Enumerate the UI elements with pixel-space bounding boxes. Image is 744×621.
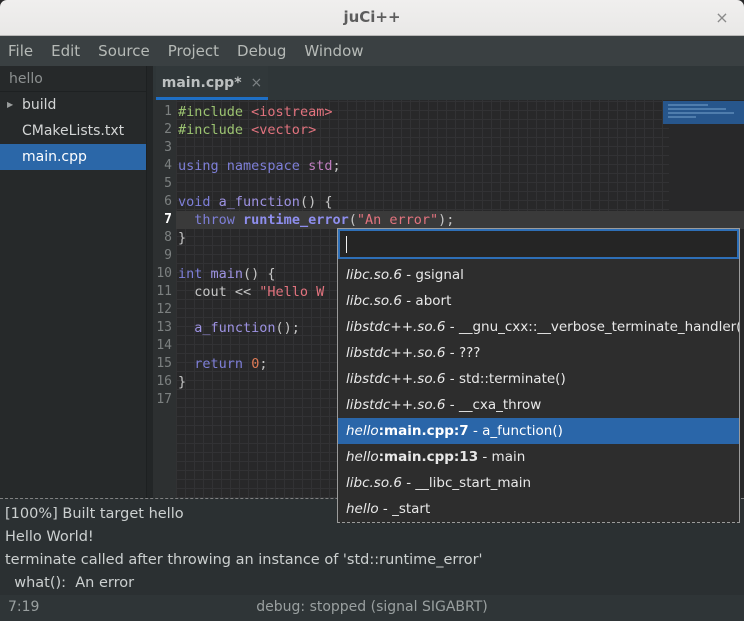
backtrace-item[interactable]: libc.so.6 - gsignal xyxy=(338,262,739,288)
code-overview-popup xyxy=(663,101,744,124)
debug-status: debug: stopped (signal SIGABRT) xyxy=(0,599,744,615)
backtrace-module: libstdc++.so.6 xyxy=(346,397,445,413)
tree-item-build[interactable]: ▶build xyxy=(0,92,146,118)
code-line: throw runtime_error("An error"); xyxy=(178,211,744,229)
backtrace-item[interactable]: hello:main.cpp:7 - a_function() xyxy=(338,418,739,444)
tab-close-icon[interactable]: × xyxy=(251,75,263,91)
backtrace-item[interactable]: hello - _start xyxy=(338,496,739,522)
tree-item-label: build xyxy=(22,92,56,118)
text-caret xyxy=(346,236,347,253)
overview-line xyxy=(668,104,708,106)
line-number: 11 xyxy=(153,283,176,301)
tree-item-label: main.cpp xyxy=(22,144,87,170)
backtrace-module: libstdc++.so.6 xyxy=(346,345,445,361)
backtrace-list: libc.so.6 - gsignallibc.so.6 - abortlibs… xyxy=(338,259,739,522)
backtrace-module: libstdc++.so.6 xyxy=(346,371,445,387)
code-line xyxy=(178,139,744,157)
backtrace-symbol: - __libc_start_main xyxy=(402,475,531,491)
backtrace-item[interactable]: libstdc++.so.6 - std::terminate() xyxy=(338,366,739,392)
backtrace-item[interactable]: libstdc++.so.6 - __gnu_cxx::__verbose_te… xyxy=(338,314,739,340)
expander-icon[interactable]: ▶ xyxy=(7,92,21,118)
output-line: Hello World! xyxy=(5,526,744,549)
backtrace-symbol: - _start xyxy=(379,501,431,517)
line-number: 4 xyxy=(153,157,176,175)
line-number: 2 xyxy=(153,121,176,139)
backtrace-module: libc.so.6 xyxy=(346,293,402,309)
code-line: using namespace std; xyxy=(178,157,744,175)
backtrace-item[interactable]: hello:main.cpp:13 - main xyxy=(338,444,739,470)
backtrace-item[interactable]: libc.so.6 - abort xyxy=(338,288,739,314)
backtrace-module: libc.so.6 xyxy=(346,475,402,491)
file-tree-panel: hello ▶buildCMakeLists.txtmain.cpp xyxy=(0,66,147,498)
line-number: 9 xyxy=(153,247,176,265)
code-line: #include <iostream> xyxy=(178,103,744,121)
menu-source[interactable]: Source xyxy=(98,42,150,60)
tree-item-cmakelists.txt[interactable]: CMakeLists.txt xyxy=(0,118,146,144)
close-icon[interactable]: × xyxy=(712,8,732,28)
backtrace-symbol: - gsignal xyxy=(402,267,464,283)
title-bar: juCi++ × xyxy=(0,0,744,36)
tree-item-label: CMakeLists.txt xyxy=(22,118,124,144)
line-number: 17 xyxy=(153,391,176,409)
backtrace-module: libstdc++.so.6 xyxy=(346,319,445,335)
line-number: 5 xyxy=(153,175,176,193)
backtrace-search-input[interactable] xyxy=(338,229,739,259)
backtrace-module: hello xyxy=(346,423,379,439)
line-number: 6 xyxy=(153,193,176,211)
menu-bar: File Edit Source Project Debug Window xyxy=(0,36,744,66)
backtrace-symbol: - a_function() xyxy=(469,423,563,439)
backtrace-symbol: - std::terminate() xyxy=(445,371,565,387)
backtrace-item[interactable]: libstdc++.so.6 - ??? xyxy=(338,340,739,366)
backtrace-symbol: - __gnu_cxx::__verbose_terminate_handler… xyxy=(445,319,739,335)
backtrace-item[interactable]: libstdc++.so.6 - __cxa_throw xyxy=(338,392,739,418)
project-name: hello xyxy=(0,66,146,92)
menu-project[interactable]: Project xyxy=(168,42,219,60)
backtrace-symbol: - main xyxy=(478,449,525,465)
menu-file[interactable]: File xyxy=(8,42,33,60)
tab-main-cpp[interactable]: main.cpp* × xyxy=(156,66,268,100)
menu-window[interactable]: Window xyxy=(304,42,363,60)
menu-debug[interactable]: Debug xyxy=(237,42,286,60)
line-number: 12 xyxy=(153,301,176,319)
menu-edit[interactable]: Edit xyxy=(51,42,80,60)
backtrace-module: hello xyxy=(346,501,379,517)
app-window: juCi++ × File Edit Source Project Debug Windo… xyxy=(0,0,744,621)
line-number: 7 xyxy=(153,211,176,229)
backtrace-symbol: - __cxa_throw xyxy=(445,397,541,413)
line-number-gutter: 1234567891011121314151617 xyxy=(153,100,176,498)
tree-item-main.cpp[interactable]: main.cpp xyxy=(0,144,146,170)
line-number: 3 xyxy=(153,139,176,157)
line-number: 14 xyxy=(153,337,176,355)
output-line: what(): An error xyxy=(5,572,744,595)
tab-label: main.cpp* xyxy=(162,75,242,91)
code-line: void a_function() { xyxy=(178,193,744,211)
code-line: #include <vector> xyxy=(178,121,744,139)
backtrace-module: hello xyxy=(346,449,379,465)
code-line xyxy=(178,175,744,193)
overview-line xyxy=(668,108,726,110)
backtrace-module: libc.so.6 xyxy=(346,267,402,283)
backtrace-popup: libc.so.6 - gsignallibc.so.6 - abortlibs… xyxy=(337,228,740,523)
overview-line xyxy=(668,116,696,118)
window-title: juCi++ xyxy=(0,8,744,26)
line-number: 1 xyxy=(153,103,176,121)
line-number: 15 xyxy=(153,355,176,373)
output-line: terminate called after throwing an insta… xyxy=(5,549,744,572)
overview-line xyxy=(668,112,734,114)
line-number: 8 xyxy=(153,229,176,247)
backtrace-symbol: - ??? xyxy=(445,345,480,361)
status-bar: 7:19 debug: stopped (signal SIGABRT) xyxy=(0,595,744,621)
line-number: 10 xyxy=(153,265,176,283)
line-number: 13 xyxy=(153,319,176,337)
backtrace-symbol: - abort xyxy=(402,293,451,309)
backtrace-location: :main.cpp:13 xyxy=(379,449,478,465)
backtrace-item[interactable]: libc.so.6 - __libc_start_main xyxy=(338,470,739,496)
backtrace-location: :main.cpp:7 xyxy=(379,423,469,439)
file-tree: ▶buildCMakeLists.txtmain.cpp xyxy=(0,92,146,170)
tab-bar: main.cpp* × xyxy=(153,66,744,100)
line-number: 16 xyxy=(153,373,176,391)
